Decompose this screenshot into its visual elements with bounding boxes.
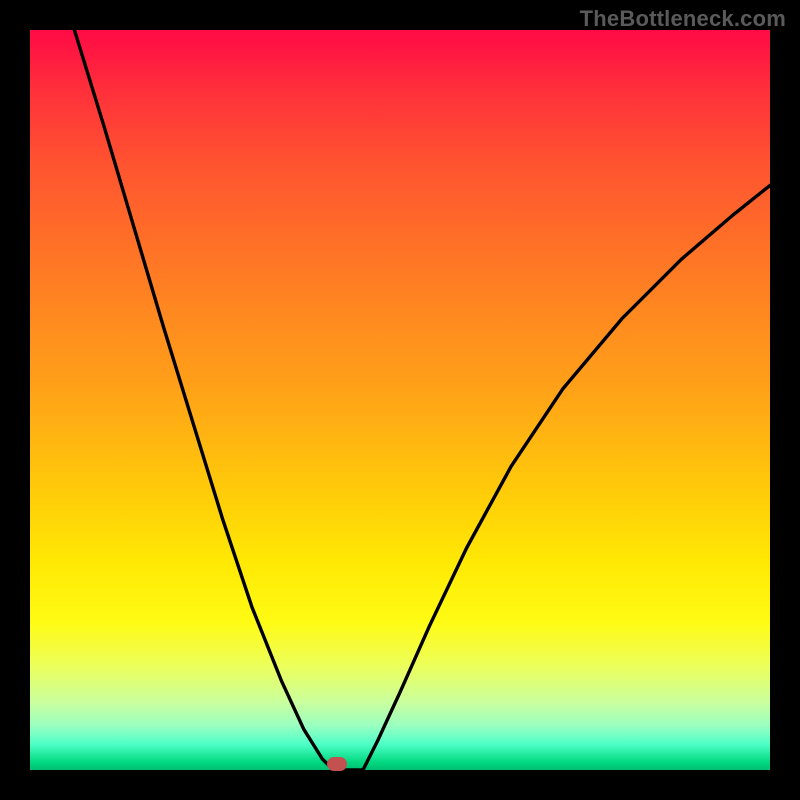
plot-area: [30, 30, 770, 770]
chart-container: TheBottleneck.com: [0, 0, 800, 800]
watermark-text: TheBottleneck.com: [580, 6, 786, 32]
bottleneck-curve: [74, 30, 770, 770]
curve-svg: [30, 30, 770, 770]
valley-marker: [327, 757, 347, 771]
